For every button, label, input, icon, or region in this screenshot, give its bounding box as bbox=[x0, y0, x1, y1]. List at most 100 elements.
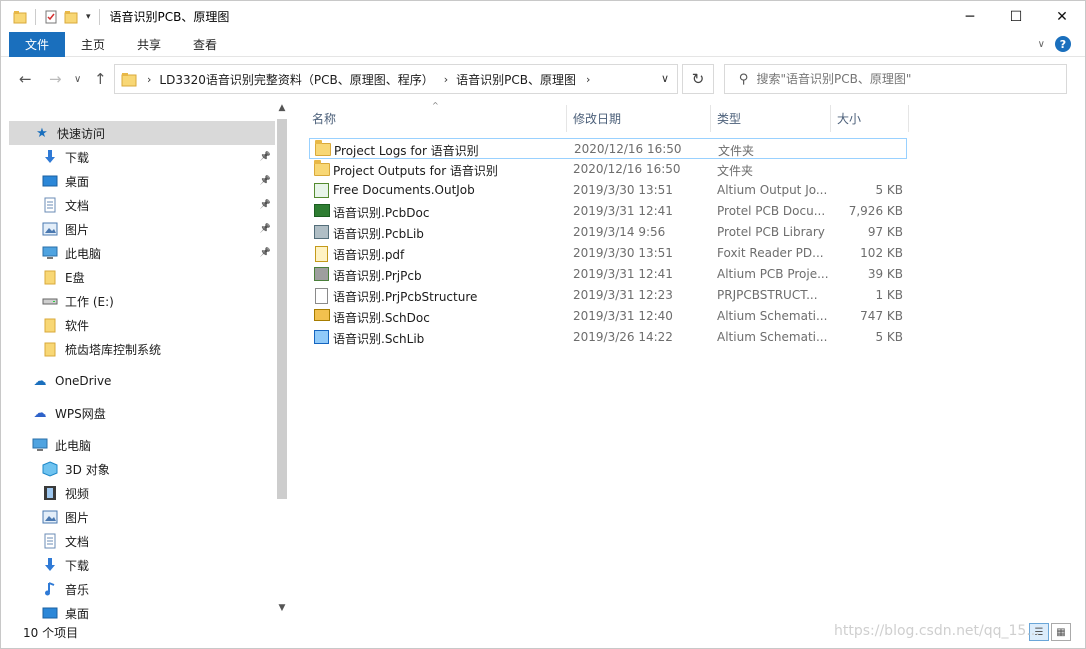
minimize-button[interactable]: ─ bbox=[947, 1, 993, 32]
computer-icon bbox=[41, 245, 59, 261]
breadcrumb-chevron-icon[interactable]: › bbox=[147, 73, 151, 86]
nav-label: 此电脑 bbox=[65, 246, 102, 261]
file-row[interactable]: 语音识别.PcbDoc 2019/3/31 12:41 Protel PCB Doc… bbox=[309, 201, 907, 222]
search-input[interactable] bbox=[756, 72, 1037, 86]
ribbon-right-controls: ∨ ? bbox=[1038, 36, 1071, 52]
forward-arrow-icon[interactable]: → bbox=[49, 70, 62, 88]
nav-pc-item[interactable]: 图片 bbox=[9, 505, 275, 529]
nav-quick-item[interactable]: E盘 bbox=[9, 265, 275, 289]
file-name: 语音识别.SchDoc bbox=[333, 311, 430, 325]
recent-locations-icon[interactable]: ∨ bbox=[74, 74, 81, 85]
column-header-size[interactable]: 大小 bbox=[837, 105, 907, 132]
address-dropdown-icon[interactable]: ∨ bbox=[661, 72, 669, 85]
file-date: 2020/12/16 16:50 bbox=[573, 162, 681, 176]
breadcrumb-parent[interactable]: LD3320语音识别完整资料（PCB、原理图、程序） bbox=[159, 71, 433, 88]
pin-icon[interactable]: 📌 bbox=[260, 200, 271, 210]
scroll-thumb[interactable] bbox=[277, 119, 287, 499]
file-size: 5 KB bbox=[875, 330, 903, 344]
file-row[interactable]: Free Documents.OutJob 2019/3/30 13:51 Alti… bbox=[309, 180, 907, 201]
help-icon[interactable]: ? bbox=[1055, 36, 1071, 52]
nav-quick-access[interactable]: ★ 快速访问 bbox=[9, 121, 275, 145]
maximize-button[interactable]: ☐ bbox=[993, 1, 1039, 32]
column-header-name[interactable]: 名称 bbox=[312, 105, 566, 132]
sch-lib-icon bbox=[314, 330, 330, 345]
nav-pc-item[interactable]: 音乐 bbox=[9, 577, 275, 601]
nav-quick-item[interactable]: 下载 📌 bbox=[9, 145, 275, 169]
file-type: PRJPCBSTRUCT... bbox=[717, 288, 818, 302]
close-button[interactable]: ✕ bbox=[1039, 1, 1085, 32]
download-arrow-icon bbox=[41, 149, 59, 165]
column-divider[interactable] bbox=[566, 105, 567, 132]
nav-pc-item[interactable]: 文档 bbox=[9, 529, 275, 553]
large-icons-view-icon[interactable]: ▦ bbox=[1051, 623, 1071, 641]
nav-quick-item[interactable]: 工作 (E:) bbox=[9, 289, 275, 313]
desktop-icon bbox=[41, 605, 59, 621]
column-divider[interactable] bbox=[908, 105, 909, 132]
pin-icon[interactable]: 📌 bbox=[260, 176, 271, 186]
nav-quick-item[interactable]: 桌面 📌 bbox=[9, 169, 275, 193]
expand-ribbon-icon[interactable]: ∨ bbox=[1038, 39, 1045, 50]
file-row[interactable]: 语音识别.PcbLib 2019/3/14 9:56 Protel PCB Libr… bbox=[309, 222, 907, 243]
column-header-date[interactable]: 修改日期 bbox=[573, 105, 709, 132]
file-row[interactable]: Project Outputs for 语音识别 2020/12/16 16:50… bbox=[309, 159, 907, 180]
file-date: 2019/3/31 12:41 bbox=[573, 267, 673, 281]
file-row[interactable]: 语音识别.PrjPcb 2019/3/31 12:41 Altium PCB Pro… bbox=[309, 264, 907, 285]
file-size: 102 KB bbox=[860, 246, 903, 260]
file-type: Altium Schemati... bbox=[717, 309, 828, 323]
pin-icon[interactable]: 📌 bbox=[260, 224, 271, 234]
column-header-type[interactable]: 类型 bbox=[717, 105, 827, 132]
nav-quick-item[interactable]: 文档 📌 bbox=[9, 193, 275, 217]
file-type: Protel PCB Library bbox=[717, 225, 825, 239]
folder-icon bbox=[13, 10, 27, 23]
breadcrumb-chevron-icon[interactable]: › bbox=[586, 73, 590, 86]
nav-quick-item[interactable]: 梳齿塔库控制系统 bbox=[9, 337, 275, 361]
file-date: 2020/12/16 16:50 bbox=[574, 142, 682, 156]
properties-icon[interactable] bbox=[44, 10, 58, 24]
breadcrumb-chevron-icon[interactable]: › bbox=[444, 73, 448, 86]
nav-pc-item[interactable]: 视频 bbox=[9, 481, 275, 505]
file-row[interactable]: Project Logs for 语音识别 2020/12/16 16:50 文件夹 bbox=[309, 138, 907, 159]
file-row[interactable]: 语音识别.pdf 2019/3/30 13:51 Foxit Reader PD..… bbox=[309, 243, 907, 264]
tab-file[interactable]: 文件 bbox=[9, 31, 66, 57]
nav-scrollbar[interactable]: ▲ ▼ bbox=[275, 101, 289, 619]
scroll-up-icon[interactable]: ▲ bbox=[275, 103, 289, 119]
back-arrow-icon[interactable]: ← bbox=[19, 70, 32, 88]
drive-icon bbox=[41, 293, 59, 309]
refresh-button[interactable]: ↻ bbox=[682, 64, 714, 94]
nav-label: OneDrive bbox=[55, 374, 112, 388]
tab-share[interactable]: 共享 bbox=[121, 32, 177, 57]
explorer-window: ▾ 语音识别PCB、原理图 ─ ☐ ✕ 文件 主页 共享 查看 ∨ ? ← → … bbox=[0, 0, 1086, 649]
new-folder-icon[interactable] bbox=[64, 10, 78, 24]
nav-quick-item[interactable]: 此电脑 📌 bbox=[9, 241, 275, 265]
search-box[interactable]: ⚲ bbox=[724, 64, 1067, 94]
nav-wps[interactable]: ☁ WPS网盘 bbox=[9, 401, 275, 425]
file-row[interactable]: 语音识别.SchDoc 2019/3/31 12:40 Altium Schemat… bbox=[309, 306, 907, 327]
file-date: 2019/3/26 14:22 bbox=[573, 330, 673, 344]
scroll-down-icon[interactable]: ▼ bbox=[275, 603, 289, 619]
pin-icon[interactable]: 📌 bbox=[260, 248, 271, 258]
file-row[interactable]: 语音识别.PrjPcbStructure 2019/3/31 12:23 PRJPC… bbox=[309, 285, 907, 306]
file-row[interactable]: 语音识别.SchLib 2019/3/26 14:22 Altium Schemat… bbox=[309, 327, 907, 348]
file-date: 2019/3/31 12:23 bbox=[573, 288, 673, 302]
column-divider[interactable] bbox=[710, 105, 711, 132]
tab-home[interactable]: 主页 bbox=[65, 32, 121, 57]
nav-pc-item[interactable]: 下载 bbox=[9, 553, 275, 577]
tab-view[interactable]: 查看 bbox=[177, 32, 233, 57]
nav-pc-item[interactable]: 3D 对象 bbox=[9, 457, 275, 481]
file-name: 语音识别.PcbLib bbox=[333, 227, 424, 241]
pin-icon[interactable]: 📌 bbox=[260, 152, 271, 162]
customize-toolbar-icon[interactable]: ▾ bbox=[86, 12, 91, 22]
folder-icon bbox=[41, 317, 59, 333]
up-arrow-icon[interactable]: ↑ bbox=[94, 70, 107, 88]
nav-quick-item[interactable]: 图片 📌 bbox=[9, 217, 275, 241]
file-list: ^ 名称 修改日期 类型 大小 Project Logs for 语音识别 202… bbox=[306, 101, 1086, 615]
breadcrumb-current[interactable]: 语音识别PCB、原理图 bbox=[456, 71, 576, 88]
nav-onedrive[interactable]: ☁ OneDrive bbox=[9, 369, 275, 393]
pictures-icon bbox=[41, 221, 59, 237]
column-divider[interactable] bbox=[830, 105, 831, 132]
sch-doc-icon bbox=[314, 309, 330, 324]
address-bar[interactable]: › LD3320语音识别完整资料（PCB、原理图、程序） › 语音识别PCB、原… bbox=[114, 64, 678, 94]
nav-this-pc[interactable]: 此电脑 bbox=[9, 433, 275, 457]
nav-quick-item[interactable]: 软件 bbox=[9, 313, 275, 337]
file-date: 2019/3/30 13:51 bbox=[573, 183, 673, 197]
